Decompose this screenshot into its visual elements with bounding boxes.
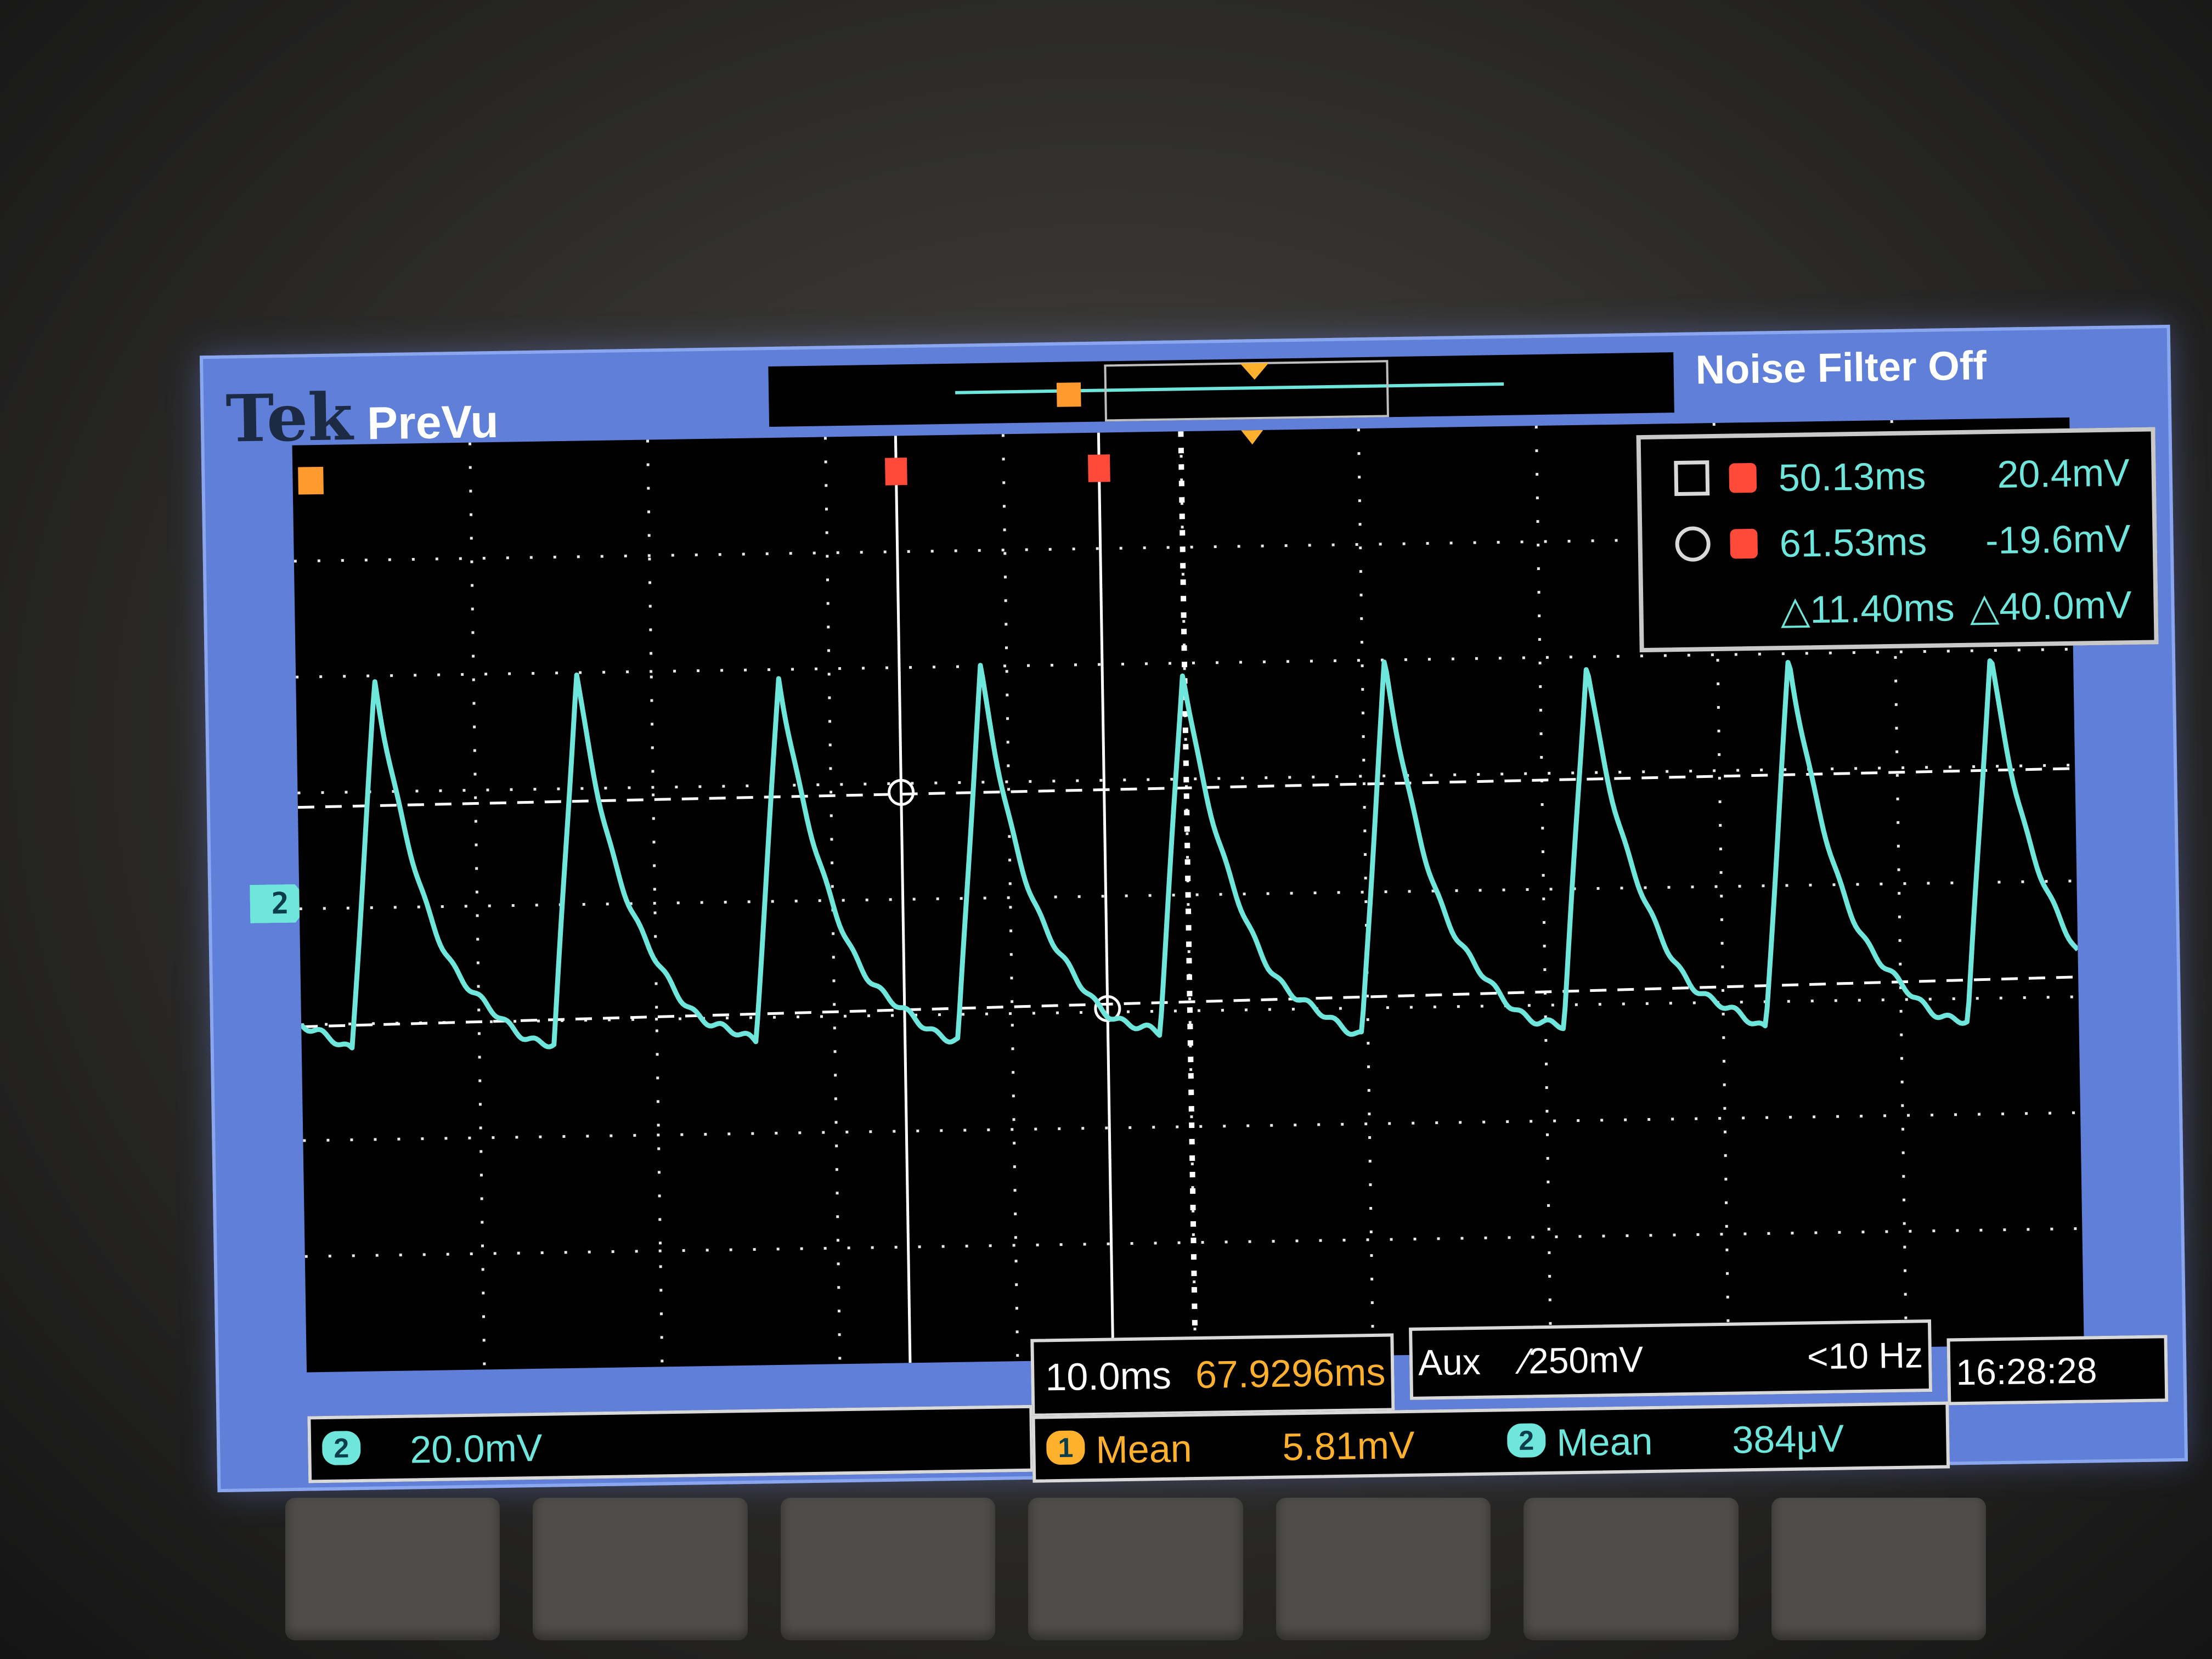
channel-2-readout: 2 20.0mV bbox=[307, 1404, 1034, 1483]
cursor-a-time: 50.13ms bbox=[1778, 454, 1926, 500]
cursor-a-level-line bbox=[297, 767, 2075, 809]
cursor-b-row: 61.53ms -19.6mV bbox=[1642, 508, 2153, 577]
cursor-a-source-icon bbox=[885, 458, 907, 486]
oscilloscope-screen: Tek PreVu Noise Filter Off 2 50.13ms 20.… bbox=[199, 324, 2188, 1493]
channel-2-chip: 2 bbox=[321, 1430, 361, 1466]
grid-center-vertical bbox=[1178, 431, 1198, 1359]
oscilloscope-bezel: Tek PreVu Noise Filter Off 2 50.13ms 20.… bbox=[0, 0, 2212, 1659]
cursor-a-line bbox=[894, 436, 912, 1363]
trigger-position-icon bbox=[1056, 382, 1081, 407]
bezel-buttons bbox=[285, 1498, 1986, 1640]
grid-vertical-line bbox=[468, 442, 486, 1370]
square-cursor-icon bbox=[1674, 460, 1710, 496]
trigger-readout: Aux ∕250mV <10 Hz bbox=[1409, 1319, 1933, 1400]
clock-readout: 16:28:28 bbox=[1946, 1335, 2169, 1406]
trigger-marker-icon bbox=[298, 466, 324, 495]
cursor-a-row: 50.13ms 20.4mV bbox=[1641, 442, 2152, 511]
bezel-button-4[interactable] bbox=[1028, 1498, 1243, 1640]
bezel-brand-text bbox=[285, 115, 1931, 176]
cursor-readout: 50.13ms 20.4mV 61.53ms -19.6mV △11.40ms … bbox=[1636, 427, 2159, 653]
measurement-1-value: 5.81mV bbox=[1282, 1423, 1415, 1469]
cursor-b-source-icon bbox=[1087, 454, 1110, 482]
measurement-2-label: Mean bbox=[1556, 1419, 1654, 1464]
channel-2-scale: 20.0mV bbox=[409, 1426, 543, 1471]
cursor-b-time: 61.53ms bbox=[1779, 520, 1927, 566]
screen-header: Tek PreVu bbox=[225, 376, 499, 457]
cursor-a-source-icon-box bbox=[1729, 462, 1757, 493]
bezel-button-1[interactable] bbox=[285, 1498, 500, 1640]
bezel-button-6[interactable] bbox=[1523, 1498, 1739, 1640]
grid-vertical-line bbox=[1001, 434, 1019, 1362]
cursor-delta-time: △11.40ms bbox=[1780, 586, 1955, 632]
timebase-readout: 10.0ms 67.9296ms bbox=[1030, 1333, 1395, 1417]
trigger-source: Aux bbox=[1418, 1341, 1481, 1383]
bezel-button-5[interactable] bbox=[1276, 1498, 1491, 1640]
measurement-readout: 1 Mean 5.81mV 2 Mean 384μV bbox=[1031, 1401, 1950, 1483]
trigger-level: ∕250mV bbox=[1522, 1339, 1644, 1381]
cursor-delta-row: △11.40ms △40.0mV bbox=[1643, 574, 2154, 642]
bezel-button-3[interactable] bbox=[780, 1498, 996, 1640]
bezel-button-7[interactable] bbox=[1771, 1498, 1986, 1640]
record-view-bar bbox=[768, 352, 1674, 427]
timebase-scale: 10.0ms bbox=[1045, 1353, 1172, 1399]
measurement-2-chip: 2 bbox=[1506, 1423, 1546, 1458]
cursor-b-value: -19.6mV bbox=[1985, 517, 2131, 562]
measurement-1-label: Mean bbox=[1095, 1427, 1193, 1471]
grid-vertical-line bbox=[1534, 426, 1553, 1353]
cursor-delta-value: △40.0mV bbox=[1969, 583, 2132, 629]
measurement-2-value: 384μV bbox=[1731, 1417, 1844, 1462]
clock-time: 16:28:28 bbox=[1955, 1350, 2097, 1393]
round-cursor-icon bbox=[1675, 526, 1711, 562]
trigger-frequency: <10 Hz bbox=[1807, 1334, 1923, 1377]
measurement-1-chip: 1 bbox=[1046, 1430, 1085, 1465]
expansion-point-icon bbox=[1240, 363, 1269, 380]
cursor-a-value: 20.4mV bbox=[1996, 451, 2130, 496]
noise-filter-status: Noise Filter Off bbox=[1695, 342, 1987, 393]
trigger-position: 67.9296ms bbox=[1195, 1350, 1386, 1397]
cursor-b-line bbox=[1097, 432, 1115, 1360]
bezel-button-2[interactable] bbox=[533, 1498, 748, 1640]
expansion-marker-icon bbox=[1241, 430, 1263, 445]
cursor-b-source-icon-box bbox=[1730, 528, 1758, 559]
